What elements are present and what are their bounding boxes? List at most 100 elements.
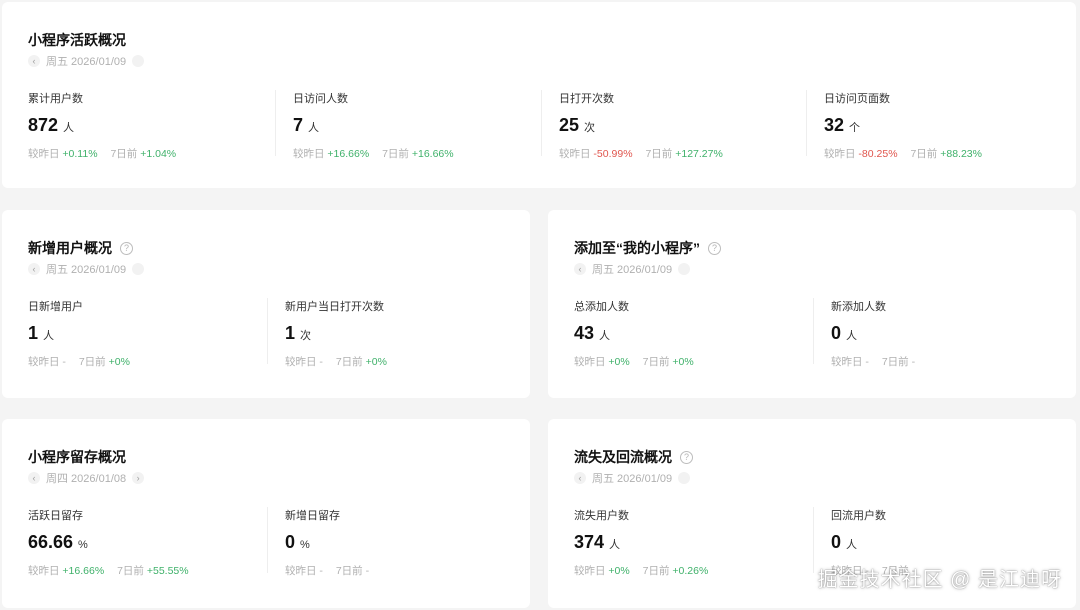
day-compare-label: 较昨日 — [831, 356, 863, 368]
day-change: +0% — [608, 356, 630, 368]
metric-unit: 个 — [849, 122, 861, 134]
day-change: +16.66% — [62, 565, 105, 577]
day-compare-label: 较昨日 — [285, 565, 317, 577]
week-change: +0% — [672, 356, 694, 368]
churn-date: 周五 2026/01/09 — [592, 473, 673, 485]
week-change: +0% — [365, 356, 387, 368]
metric-daily-opens: 日打开次数 25 次 较昨日 -50.99% 7日前 +127.27% — [559, 90, 723, 161]
prev-day-icon[interactable]: ‹ — [28, 55, 40, 67]
divider — [275, 90, 276, 156]
metric-value: 0 % — [285, 532, 369, 553]
day-compare-label: 较昨日 — [293, 148, 325, 160]
churn-title: 流失及回流概况 ? — [574, 447, 693, 467]
divider — [267, 507, 268, 573]
metric-number: 0 — [831, 323, 842, 343]
metric-compare: 较昨日 - 7日前 +0% — [28, 354, 130, 369]
metric-total-users: 累计用户数 872 人 较昨日 +0.11% 7日前 +1.04% — [28, 90, 176, 161]
metric-new-adds: 新添加人数 0 人 较昨日 - 7日前 - — [831, 298, 915, 369]
help-icon[interactable]: ? — [120, 241, 133, 255]
metric-value: 43 人 — [574, 323, 694, 344]
watermark: 掘金技术社区 @ 是江迪呀 — [817, 569, 1062, 591]
metric-number: 0 — [831, 532, 842, 552]
metric-number: 25 — [559, 115, 580, 135]
metric-value: 0 人 — [831, 323, 915, 344]
week-compare-label: 7日前 — [642, 565, 670, 577]
metric-label: 新增日留存 — [285, 510, 340, 522]
metric-value: 374 人 — [574, 532, 708, 553]
day-compare-label: 较昨日 — [28, 148, 60, 160]
metric-compare: 较昨日 - 7日前 +0% — [285, 354, 387, 369]
activity-title-text: 小程序活跃概况 — [28, 32, 126, 48]
day-compare-label: 较昨日 — [28, 356, 60, 368]
metric-label: 新用户当日打开次数 — [285, 301, 384, 313]
metric-unit: 人 — [599, 330, 611, 342]
day-compare-label: 较昨日 — [824, 148, 856, 160]
churn-title-text: 流失及回流概况 — [574, 449, 672, 465]
new-users-card: 新增用户概况 ? ‹ 周五 2026/01/09 › 日新增用户 1 人 较昨日… — [2, 210, 530, 398]
retention-date-nav: ‹ 周四 2026/01/08 › — [28, 470, 145, 486]
day-change: - — [319, 565, 323, 577]
prev-day-icon[interactable]: ‹ — [28, 472, 40, 484]
metric-number: 1 — [285, 323, 296, 343]
divider — [541, 90, 542, 156]
retention-date: 周四 2026/01/08 — [46, 473, 127, 485]
day-change: - — [865, 356, 869, 368]
metric-unit: 人 — [63, 122, 75, 134]
week-change: +0% — [108, 356, 130, 368]
week-compare-label: 7日前 — [881, 356, 909, 368]
week-compare-label: 7日前 — [645, 148, 673, 160]
metric-number: 32 — [824, 115, 845, 135]
metric-unit: 人 — [846, 330, 858, 342]
metric-number: 374 — [574, 532, 605, 552]
prev-day-icon[interactable]: ‹ — [574, 263, 586, 275]
week-change: +127.27% — [675, 148, 723, 160]
metric-number: 7 — [293, 115, 304, 135]
week-compare-label: 7日前 — [335, 356, 363, 368]
next-day-icon: › — [132, 263, 145, 275]
metric-label: 总添加人数 — [574, 301, 629, 313]
add-to-my-card: 添加至“我的小程序” ? ‹ 周五 2026/01/09 › 总添加人数 43 … — [548, 210, 1076, 398]
day-change: +0% — [608, 565, 630, 577]
next-day-icon[interactable]: › — [132, 472, 145, 484]
metric-new-retention: 新增日留存 0 % 较昨日 - 7日前 - — [285, 507, 369, 578]
metric-churned-users: 流失用户数 374 人 较昨日 +0% 7日前 +0.26% — [574, 507, 708, 578]
prev-day-icon[interactable]: ‹ — [28, 263, 40, 275]
metric-daily-new-users: 日新增用户 1 人 较昨日 - 7日前 +0% — [28, 298, 130, 369]
week-compare-label: 7日前 — [382, 148, 409, 160]
metric-compare: 较昨日 +0% 7日前 +0.26% — [574, 563, 708, 578]
metric-label: 日新增用户 — [28, 301, 83, 313]
metric-number: 66.66 — [28, 532, 74, 552]
metric-compare: 较昨日 -80.25% 7日前 +88.23% — [824, 146, 982, 161]
help-icon[interactable]: ? — [680, 450, 693, 464]
week-change: +1.04% — [140, 148, 177, 160]
help-icon[interactable]: ? — [708, 241, 721, 255]
divider — [813, 298, 814, 364]
metric-compare: 较昨日 -50.99% 7日前 +127.27% — [559, 146, 723, 161]
metric-value: 66.66 % — [28, 532, 189, 553]
metric-unit: 人 — [609, 539, 621, 551]
metric-label: 累计用户数 — [28, 93, 83, 105]
metric-label: 日打开次数 — [559, 93, 614, 105]
metric-number: 872 — [28, 115, 59, 135]
week-compare-label: 7日前 — [335, 565, 363, 577]
metric-label: 回流用户数 — [831, 510, 886, 522]
day-compare-label: 较昨日 — [559, 148, 591, 160]
day-compare-label: 较昨日 — [574, 356, 606, 368]
metric-value: 7 人 — [293, 115, 454, 136]
retention-title: 小程序留存概况 — [28, 447, 126, 467]
week-change: - — [911, 356, 916, 368]
day-compare-label: 较昨日 — [574, 565, 606, 577]
week-compare-label: 7日前 — [642, 356, 670, 368]
metric-label: 活跃日留存 — [28, 510, 83, 522]
add-to-my-date-nav: ‹ 周五 2026/01/09 › — [574, 261, 691, 277]
metric-unit: % — [300, 539, 310, 551]
add-to-my-title-text: 添加至“我的小程序” — [574, 240, 700, 256]
week-compare-label: 7日前 — [110, 148, 138, 160]
week-change: +55.55% — [146, 565, 189, 577]
prev-day-icon[interactable]: ‹ — [574, 472, 586, 484]
day-compare-label: 较昨日 — [285, 356, 317, 368]
metric-unit: 人 — [43, 330, 55, 342]
activity-date: 周五 2026/01/09 — [46, 56, 127, 68]
metric-value: 0 人 — [831, 532, 915, 553]
week-compare-label: 7日前 — [117, 565, 144, 577]
